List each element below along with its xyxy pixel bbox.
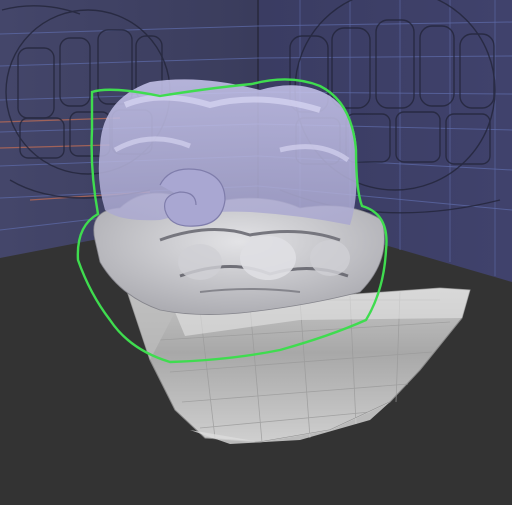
3d-viewport[interactable] bbox=[0, 0, 512, 505]
viewport-canvas[interactable] bbox=[0, 0, 512, 505]
ghost-head-mesh[interactable] bbox=[98, 79, 357, 227]
